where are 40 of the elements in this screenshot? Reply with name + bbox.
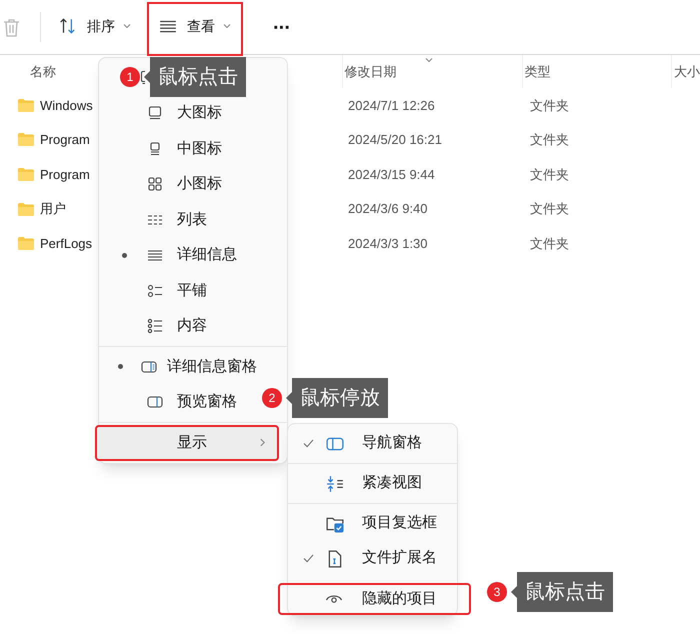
column-header[interactable]: 类型 — [522, 55, 671, 88]
callout-tooltip: 鼠标点击 — [511, 572, 613, 612]
menu-item[interactable]: 中图标 — [101, 131, 257, 166]
file-name[interactable]: 用户 — [40, 199, 66, 219]
menu-item[interactable]: 内容 — [101, 308, 257, 344]
table-cell: 2024/3/15 9:44 — [348, 166, 435, 182]
table-cell: 2024/7/1 12:26 — [348, 98, 435, 113]
menu-item[interactable]: 文件扩展名 — [290, 541, 455, 576]
menu-item[interactable]: 详细信息窗格 — [101, 349, 257, 384]
table-cell: 文件夹 — [530, 98, 569, 113]
view-button[interactable]: 查看 — [147, 2, 243, 56]
step-badge: 3 — [487, 582, 507, 602]
column-header[interactable]: 修改日期 — [342, 55, 522, 88]
table-cell: 文件夹 — [530, 132, 569, 148]
menu-item[interactable]: 大图标 — [101, 96, 257, 131]
menu-item[interactable]: 预览窗格 — [101, 384, 257, 420]
menu-item[interactable]: 平铺 — [101, 273, 257, 308]
callout-tooltip: 鼠标停放 — [286, 378, 388, 418]
menu-item[interactable]: 显示 — [95, 425, 279, 460]
callout-tooltip: 鼠标点击 — [144, 57, 246, 97]
file-name[interactable]: Program — [40, 164, 90, 184]
menu-item[interactable]: 紧凑视图 — [290, 466, 455, 501]
table-cell: 文件夹 — [530, 166, 569, 182]
menu-item[interactable]: 隐藏的项目 — [278, 583, 471, 615]
file-name[interactable]: PerfLogs — [40, 234, 92, 254]
table-cell: 文件夹 — [530, 236, 569, 251]
menu-item[interactable]: 项目复选框 — [290, 506, 455, 541]
menu-item[interactable]: 详细信息 — [101, 238, 257, 273]
table-cell: 2024/3/3 1:30 — [348, 236, 428, 251]
table-cell: 2024/5/20 16:21 — [348, 132, 442, 148]
table-cell: 文件夹 — [530, 201, 569, 216]
sort-button[interactable]: 排序 — [52, 2, 138, 56]
more-button[interactable]: ··· — [261, 2, 302, 54]
menu-item[interactable]: 导航窗格 — [290, 426, 455, 461]
file-name[interactable]: Program — [40, 130, 90, 150]
menu-item[interactable]: 小图标 — [101, 166, 257, 202]
file-name[interactable]: Windows — [40, 96, 93, 116]
table-cell: 2024/3/6 9:40 — [348, 201, 428, 216]
menu-item[interactable]: 列表 — [101, 202, 257, 238]
column-header[interactable]: 大小 — [671, 55, 700, 88]
